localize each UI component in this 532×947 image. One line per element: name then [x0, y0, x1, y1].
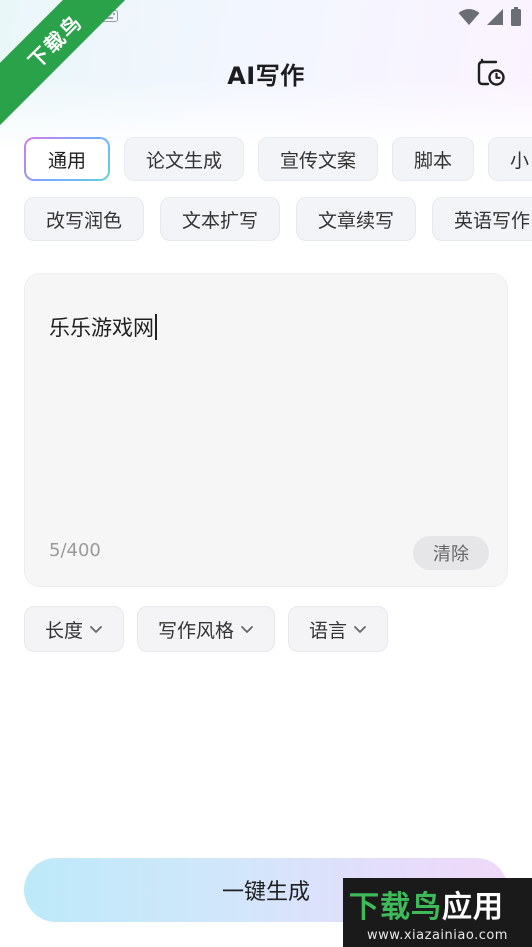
page-title: AI写作 [227, 62, 305, 90]
battery-icon [511, 7, 521, 26]
category-row-2: 改写润色 文本扩写 文章续写 英语写作 [24, 197, 532, 241]
category-chip-general[interactable]: 通用 [24, 137, 110, 181]
language-dropdown[interactable]: 语言 [288, 606, 389, 652]
wifi-icon [458, 9, 480, 25]
category-chip-promo-copy[interactable]: 宣传文案 [258, 137, 379, 181]
watermark-bottom-logo: 下载鸟应用 www.xiazainiao.com [343, 878, 532, 947]
length-dropdown[interactable]: 长度 [24, 606, 125, 652]
history-icon[interactable] [474, 56, 508, 90]
status-bar [458, 7, 522, 27]
category-chip-paper[interactable]: 论文生成 [124, 137, 245, 181]
category-chip-partial[interactable]: 小 [488, 137, 532, 181]
text-caret [155, 314, 157, 340]
prompt-text-value: 乐乐游戏网 [49, 316, 154, 340]
category-chip-rewrite[interactable]: 改写润色 [24, 197, 145, 241]
category-chip-continue[interactable]: 文章续写 [296, 197, 417, 241]
prompt-textarea[interactable]: 乐乐游戏网 5/400 清除 [24, 273, 508, 587]
option-row: 长度 写作风格 语言 [24, 606, 389, 652]
watermark-title-b: 应用 [442, 890, 504, 925]
category-chip-script[interactable]: 脚本 [392, 137, 475, 181]
char-count: 5/400 [49, 540, 101, 561]
category-chip-expand[interactable]: 文本扩写 [160, 197, 281, 241]
watermark-title-a: 下载鸟 [349, 890, 442, 925]
clear-button[interactable]: 清除 [413, 536, 489, 570]
prompt-text: 乐乐游戏网 [49, 312, 157, 342]
chevron-down-icon [241, 626, 253, 633]
category-chip-english[interactable]: 英语写作 [432, 197, 532, 241]
chevron-down-icon [354, 626, 366, 633]
length-dropdown-label: 长度 [45, 619, 84, 642]
chevron-down-icon [90, 626, 102, 633]
style-dropdown[interactable]: 写作风格 [137, 606, 276, 652]
category-row-1: 通用 论文生成 宣传文案 脚本 小 [24, 137, 532, 181]
watermark-title: 下载鸟应用 [349, 882, 504, 926]
language-dropdown-label: 语言 [309, 619, 348, 642]
style-dropdown-label: 写作风格 [158, 619, 235, 642]
watermark-url: www.xiazainiao.com [367, 928, 508, 943]
signal-icon [487, 9, 503, 25]
